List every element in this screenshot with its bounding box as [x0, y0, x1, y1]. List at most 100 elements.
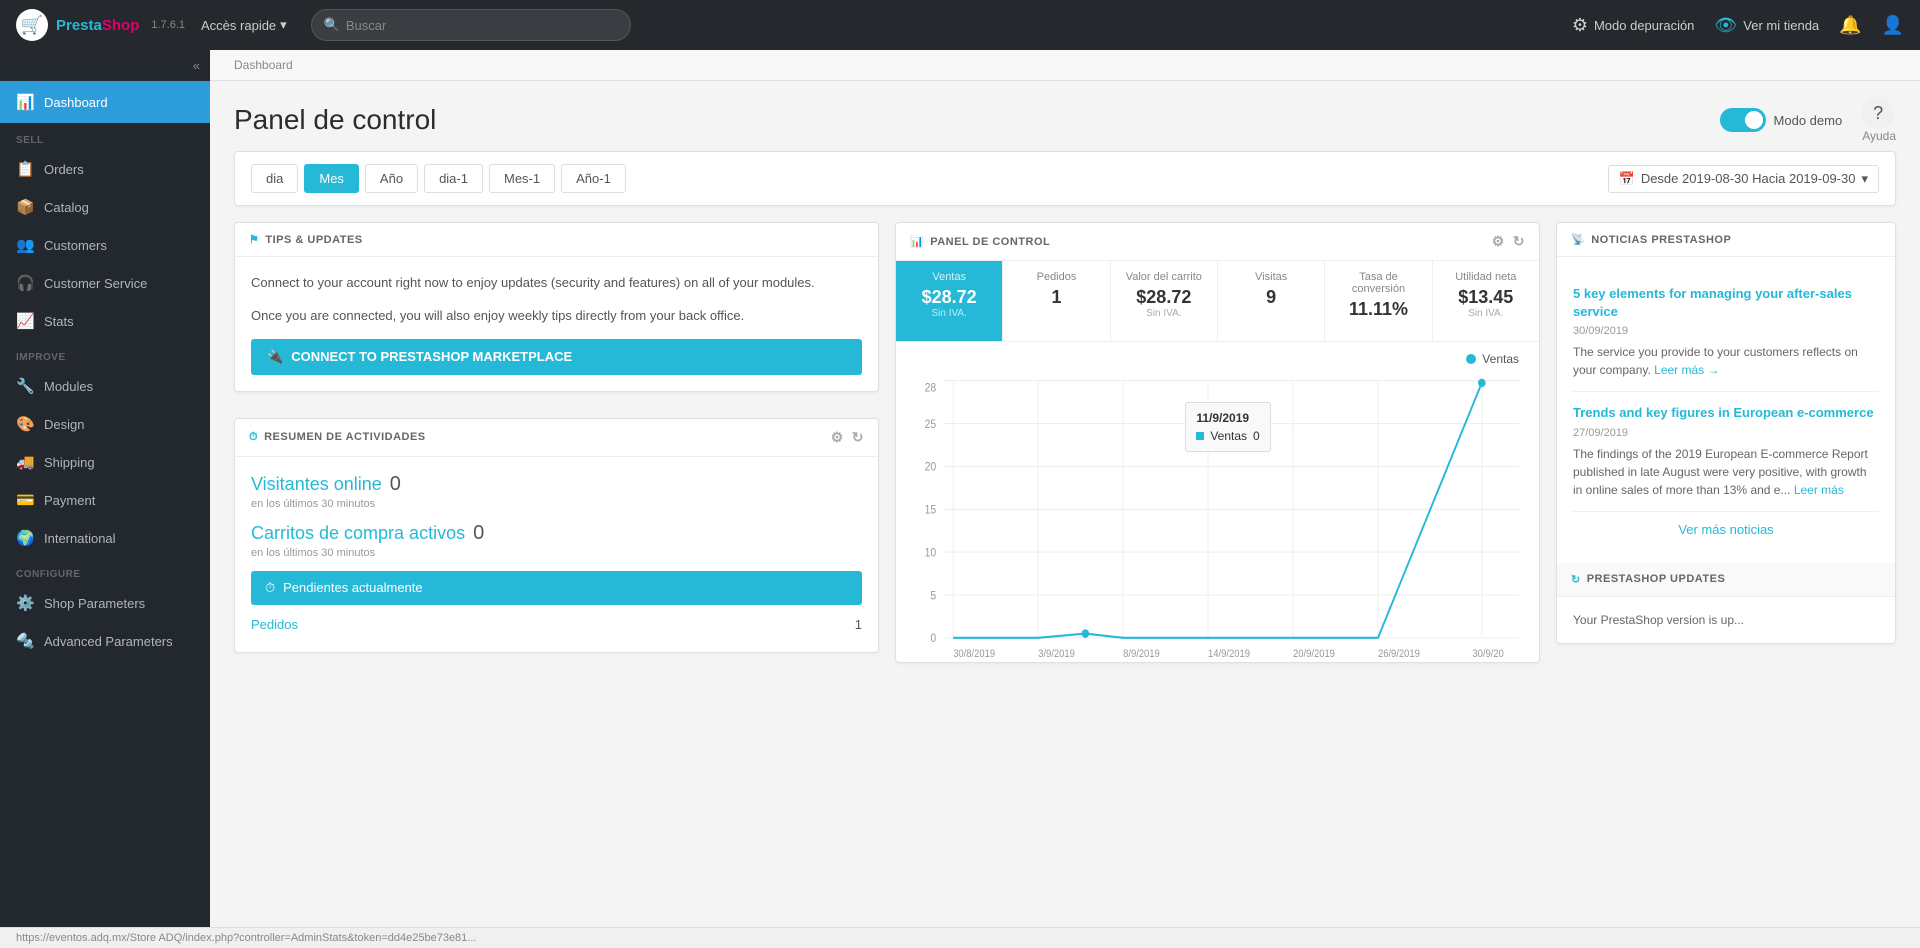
sidebar-item-customers[interactable]: 👥 Customers: [0, 226, 210, 264]
user-menu-button[interactable]: 👤: [1882, 15, 1904, 36]
customer-service-icon: 🎧: [16, 274, 34, 292]
sidebar-collapse-button[interactable]: «: [0, 50, 210, 81]
quick-access-menu[interactable]: Accès rapide ▾: [201, 17, 287, 33]
status-bar: https://eventos.adq.mx/Store ADQ/index.p…: [0, 927, 1920, 948]
online-visitors-label: Visitantes online: [251, 474, 382, 495]
breadcrumb: Dashboard: [210, 50, 1920, 81]
online-visitors-item: Visitantes online 0 en los últimos 30 mi…: [251, 473, 862, 510]
sidebar-item-modules[interactable]: 🔧 Modules: [0, 367, 210, 405]
news-date-2: 27/09/2019: [1573, 427, 1879, 439]
metric-pedidos[interactable]: Pedidos 1: [1003, 261, 1110, 341]
svg-text:28: 28: [925, 382, 937, 395]
tooltip-label: Ventas: [1210, 429, 1247, 443]
metric-valor-carrito[interactable]: Valor del carrito $28.72 Sin IVA.: [1111, 261, 1218, 341]
modo-demo-toggle[interactable]: Modo demo: [1720, 108, 1843, 132]
sidebar-item-catalog[interactable]: 📦 Catalog: [0, 188, 210, 226]
online-visitors-count: 0: [390, 473, 401, 496]
online-visitors-sub: en los últimos 30 minutos: [251, 498, 862, 510]
svg-text:15: 15: [925, 504, 937, 517]
panel-control-card: 📊 PANEL DE CONTROL ⚙ ↻ Ventas $28.72 Sin…: [895, 222, 1540, 663]
search-icon: 🔍: [324, 17, 340, 33]
panel-refresh-icon[interactable]: ↻: [1513, 233, 1525, 250]
debug-icon: ⚙: [1572, 15, 1588, 36]
toggle-switch[interactable]: [1720, 108, 1766, 132]
tab-dia-1[interactable]: dia-1: [424, 164, 483, 193]
news-date-1: 30/09/2019: [1573, 325, 1879, 337]
activities-gear-icon[interactable]: ⚙: [831, 429, 844, 446]
svg-text:30/8/2019: 30/8/2019: [953, 649, 995, 661]
activities-actions: ⚙ ↻: [831, 429, 864, 446]
page-title: Panel de control: [234, 104, 436, 136]
view-more-news[interactable]: Ver más noticias: [1573, 512, 1879, 547]
sidebar-item-customer-service[interactable]: 🎧 Customer Service: [0, 264, 210, 302]
pending-button[interactable]: ⏱ Pendientes actualmente: [251, 571, 862, 605]
advanced-parameters-icon: 🔩: [16, 632, 34, 650]
tooltip-value: 0: [1253, 429, 1260, 443]
search-bar[interactable]: 🔍: [311, 9, 631, 41]
tips-card: ⚑ TIPS & UPDATES Connect to your account…: [234, 222, 879, 392]
sidebar-item-shop-parameters[interactable]: ⚙️ Shop Parameters: [0, 584, 210, 622]
search-input[interactable]: [346, 18, 618, 33]
sidebar-item-payment[interactable]: 💳 Payment: [0, 481, 210, 519]
tab-dia[interactable]: dia: [251, 164, 298, 193]
design-icon: 🎨: [16, 415, 34, 433]
user-icon: 👤: [1882, 15, 1904, 36]
news-text-2: The findings of the 2019 European E-comm…: [1573, 445, 1879, 499]
logo-icon: 🛒: [16, 9, 48, 41]
legend-dot: [1466, 354, 1476, 364]
date-range-picker[interactable]: 📅 Desde 2019-08-30 Hacia 2019-09-30 ▾: [1608, 165, 1879, 193]
sidebar-item-orders[interactable]: 📋 Orders: [0, 150, 210, 188]
sidebar-item-dashboard[interactable]: 📊 Dashboard: [0, 81, 210, 123]
sidebar-item-international[interactable]: 🌍 International: [0, 519, 210, 557]
help-button[interactable]: ?: [1862, 97, 1894, 129]
logo[interactable]: 🛒 PrestaShop 1.7.6.1: [16, 9, 185, 41]
dashboard-icon: 📊: [16, 93, 34, 111]
carts-sub: en los últimos 30 minutos: [251, 547, 862, 559]
svg-text:14/9/2019: 14/9/2019: [1208, 649, 1250, 661]
panel-gear-icon[interactable]: ⚙: [1492, 233, 1505, 250]
news-readmore-2[interactable]: Leer más: [1794, 483, 1844, 497]
news-title-2[interactable]: Trends and key figures in European e-com…: [1573, 404, 1879, 422]
orders-icon: 📋: [16, 160, 34, 178]
svg-text:25: 25: [925, 418, 937, 431]
debug-mode-button[interactable]: ⚙ Modo depuración: [1572, 15, 1695, 36]
tips-card-header: ⚑ TIPS & UPDATES: [235, 223, 878, 257]
plug-icon: 🔌: [267, 349, 283, 365]
metric-tasa-conversion[interactable]: Tasa de conversión 11.11%: [1325, 261, 1432, 341]
sidebar-item-advanced-parameters[interactable]: 🔩 Advanced Parameters: [0, 622, 210, 660]
catalog-icon: 📦: [16, 198, 34, 216]
stats-icon: 📈: [16, 312, 34, 330]
tab-ano-1[interactable]: Año-1: [561, 164, 626, 193]
notifications-button[interactable]: 🔔: [1839, 15, 1861, 36]
sales-chart: Ventas 11/9/2019 Ventas 0: [896, 342, 1539, 662]
metric-ventas[interactable]: Ventas $28.72 Sin IVA.: [896, 261, 1003, 341]
activities-refresh-icon[interactable]: ↻: [852, 429, 864, 446]
help-section: ? Ayuda: [1862, 97, 1896, 143]
sidebar-item-design[interactable]: 🎨 Design: [0, 405, 210, 443]
metric-utilidad-neta[interactable]: Utilidad neta $13.45 Sin IVA.: [1433, 261, 1539, 341]
tab-mes[interactable]: Mes: [304, 164, 359, 193]
tips-card-body: Connect to your account right now to enj…: [235, 257, 878, 391]
chevron-down-icon: ▾: [280, 17, 287, 33]
activities-header: ⏱ RESUMEN DE ACTIVIDADES ⚙ ↻: [235, 419, 878, 457]
svg-text:20/9/2019: 20/9/2019: [1293, 649, 1335, 661]
svg-text:26/9/2019: 26/9/2019: [1378, 649, 1420, 661]
svg-text:20: 20: [925, 461, 937, 474]
news-item-1: 5 key elements for managing your after-s…: [1573, 273, 1879, 392]
activities-body: Visitantes online 0 en los últimos 30 mi…: [235, 457, 878, 652]
marketplace-button[interactable]: 🔌 CONNECT TO PRESTASHOP MARKETPLACE: [251, 339, 862, 375]
shop-parameters-icon: ⚙️: [16, 594, 34, 612]
view-store-button[interactable]: 👁 Ver mi tienda: [1714, 15, 1819, 36]
orders-row-value: 1: [855, 617, 862, 632]
brand-name: PrestaShop: [56, 17, 139, 34]
dashboard-content: dia Mes Año dia-1 Mes-1 Año-1 📅 Desde 20…: [210, 151, 1920, 703]
metric-visitas[interactable]: Visitas 9: [1218, 261, 1325, 341]
tab-mes-1[interactable]: Mes-1: [489, 164, 555, 193]
sidebar-item-stats[interactable]: 📈 Stats: [0, 302, 210, 340]
main-content: Dashboard Panel de control Modo demo ? A…: [210, 50, 1920, 927]
news-title-1[interactable]: 5 key elements for managing your after-s…: [1573, 285, 1879, 321]
tab-ano[interactable]: Año: [365, 164, 418, 193]
status-url: https://eventos.adq.mx/Store ADQ/index.p…: [16, 932, 476, 944]
sidebar-item-shipping[interactable]: 🚚 Shipping: [0, 443, 210, 481]
news-readmore-1[interactable]: Leer más →: [1654, 363, 1719, 377]
